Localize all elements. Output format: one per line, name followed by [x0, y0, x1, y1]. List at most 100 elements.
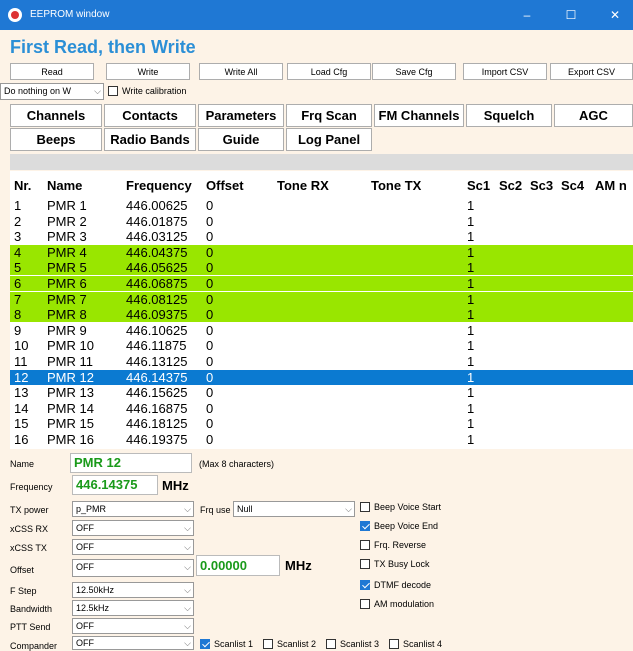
- xcss-tx-select[interactable]: OFF ⌵: [72, 539, 194, 555]
- cell-nr: 13: [14, 385, 29, 401]
- import-csv-button[interactable]: Import CSV: [463, 63, 547, 80]
- compander-select[interactable]: OFF ⌵: [72, 636, 194, 650]
- page-title: First Read, then Write: [10, 37, 196, 57]
- scanlist-4-checkbox[interactable]: Scanlist 4: [389, 639, 442, 649]
- col-offset[interactable]: Offset: [206, 178, 244, 193]
- tab-log-panel[interactable]: Log Panel: [286, 128, 372, 151]
- chevron-down-icon: ⌵: [345, 504, 352, 514]
- cell-sc1: 1: [467, 369, 475, 385]
- read-button[interactable]: Read: [10, 63, 94, 80]
- table-row[interactable]: 13 PMR 13 446.15625 0 1: [10, 385, 633, 400]
- load-cfg-button[interactable]: Load Cfg: [287, 63, 371, 80]
- cell-nr: 2: [14, 213, 22, 229]
- col-am[interactable]: AM n: [595, 178, 627, 193]
- chevron-down-icon: ⌵: [184, 523, 191, 533]
- col-sc3[interactable]: Sc3: [530, 178, 553, 193]
- checkbox-label: Scanlist 1: [214, 639, 254, 649]
- table-row[interactable]: 9 PMR 9 446.10625 0 1: [10, 323, 633, 338]
- write-calibration-label: Write calibration: [122, 86, 187, 96]
- table-row[interactable]: 16 PMR 16 446.19375 0 1: [10, 432, 633, 447]
- table-row[interactable]: 6 PMR 6 446.06875 0 1: [10, 276, 633, 291]
- close-button[interactable]: ✕: [600, 5, 630, 25]
- f-step-select[interactable]: 12.50kHz ⌵: [72, 582, 194, 598]
- col-tone-rx[interactable]: Tone RX: [277, 178, 329, 193]
- col-nr[interactable]: Nr.: [14, 178, 31, 193]
- tab-contacts[interactable]: Contacts: [104, 104, 196, 127]
- col-tone-tx[interactable]: Tone TX: [371, 178, 421, 193]
- cell-nr: 4: [14, 244, 22, 260]
- table-row[interactable]: 7 PMR 7 446.08125 0 1: [10, 291, 633, 307]
- xcss-rx-value: OFF: [76, 523, 94, 533]
- checkbox-label: Scanlist 2: [277, 639, 317, 649]
- checkbox-label: Beep Voice End: [374, 521, 439, 531]
- cell-freq: 446.03125: [126, 229, 188, 245]
- beep-voice-end-checkbox[interactable]: Beep Voice End: [360, 521, 438, 531]
- table-row[interactable]: 11 PMR 11 446.13125 0 1: [10, 354, 633, 369]
- write-calibration-checkbox[interactable]: Write calibration: [108, 86, 186, 96]
- offset-unit: MHz: [285, 558, 312, 573]
- cell-name: PMR 13: [47, 385, 94, 401]
- dtmf-decode-checkbox[interactable]: DTMF decode: [360, 580, 431, 590]
- ptt-send-select[interactable]: OFF ⌵: [72, 618, 194, 634]
- table-row[interactable]: 10 PMR 10 446.11875 0 1: [10, 338, 633, 353]
- beep-voice-start-checkbox[interactable]: Beep Voice Start: [360, 502, 441, 512]
- tab-beeps[interactable]: Beeps: [10, 128, 102, 151]
- frequency-field[interactable]: 446.14375: [72, 475, 158, 495]
- table-row[interactable]: 15 PMR 15 446.18125 0 1: [10, 416, 633, 431]
- checkbox-label: TX Busy Lock: [374, 559, 430, 569]
- tab-squelch[interactable]: Squelch: [466, 104, 552, 127]
- chevron-down-icon: ⌵: [184, 621, 191, 631]
- scanlist-3-checkbox[interactable]: Scanlist 3: [326, 639, 379, 649]
- col-sc2[interactable]: Sc2: [499, 178, 522, 193]
- chevron-down-icon: ⌵: [184, 585, 191, 595]
- col-sc4[interactable]: Sc4: [561, 178, 584, 193]
- table-row[interactable]: 4 PMR 4 446.04375 0 1: [10, 244, 633, 260]
- cell-name: PMR 6: [47, 276, 87, 291]
- tab-frq-scan[interactable]: Frq Scan: [286, 104, 372, 127]
- chevron-down-icon: ⌵: [184, 638, 191, 648]
- col-frequency[interactable]: Frequency: [126, 178, 192, 193]
- write-button[interactable]: Write: [106, 63, 190, 80]
- scanlist-1-checkbox[interactable]: Scanlist 1: [200, 639, 253, 649]
- minimize-button[interactable]: –: [512, 5, 542, 25]
- tx-busy-lock-checkbox[interactable]: TX Busy Lock: [360, 559, 430, 569]
- maximize-button[interactable]: ☐: [556, 5, 586, 25]
- col-name[interactable]: Name: [47, 178, 82, 193]
- cell-sc1: 1: [467, 291, 475, 307]
- table-row[interactable]: 14 PMR 14 446.16875 0 1: [10, 401, 633, 416]
- am-modulation-checkbox[interactable]: AM modulation: [360, 599, 434, 609]
- export-csv-button[interactable]: Export CSV: [550, 63, 633, 80]
- tx-power-select[interactable]: p_PMR ⌵: [72, 501, 194, 517]
- chevron-down-icon: ⌵: [184, 562, 191, 572]
- tab-radio-bands[interactable]: Radio Bands: [104, 128, 196, 151]
- cell-offset: 0: [206, 229, 214, 245]
- cell-nr: 10: [14, 338, 29, 354]
- offset-select[interactable]: OFF ⌵: [72, 559, 194, 577]
- table-row[interactable]: 8 PMR 8 446.09375 0 1: [10, 307, 633, 323]
- scanlist-2-checkbox[interactable]: Scanlist 2: [263, 639, 316, 649]
- bandwidth-select[interactable]: 12.5kHz ⌵: [72, 600, 194, 616]
- table-row[interactable]: 5 PMR 5 446.05625 0 1: [10, 260, 633, 276]
- tab-guide[interactable]: Guide: [198, 128, 284, 151]
- channel-table[interactable]: Nr. Name Frequency Offset Tone RX Tone T…: [10, 171, 633, 449]
- write-mode-select[interactable]: Do nothing on W ⌵: [0, 83, 104, 100]
- checkbox-label: Frq. Reverse: [374, 540, 427, 550]
- xcss-rx-select[interactable]: OFF ⌵: [72, 520, 194, 536]
- table-row[interactable]: 2 PMR 2 446.01875 0 1: [10, 214, 633, 229]
- cell-name: PMR 11: [47, 354, 93, 369]
- tab-channels[interactable]: Channels: [10, 104, 102, 127]
- col-sc1[interactable]: Sc1: [467, 178, 490, 193]
- frq-use-select[interactable]: Null ⌵: [233, 501, 355, 517]
- table-row[interactable]: 3 PMR 3 446.03125 0 1: [10, 229, 633, 244]
- tab-fm-channels[interactable]: FM Channels: [374, 104, 464, 127]
- table-row[interactable]: 12 PMR 12 446.14375 0 1: [10, 369, 633, 385]
- table-row[interactable]: 1 PMR 1 446.00625 0 1: [10, 198, 633, 213]
- cell-sc1: 1: [467, 400, 475, 416]
- name-field[interactable]: PMR 12: [70, 453, 192, 473]
- tab-parameters[interactable]: Parameters: [198, 104, 284, 127]
- tab-agc[interactable]: AGC: [554, 104, 633, 127]
- write-all-button[interactable]: Write All: [199, 63, 283, 80]
- frq-reverse-checkbox[interactable]: Frq. Reverse: [360, 540, 426, 550]
- offset-amount-field[interactable]: 0.00000: [196, 555, 280, 576]
- save-cfg-button[interactable]: Save Cfg: [372, 63, 456, 80]
